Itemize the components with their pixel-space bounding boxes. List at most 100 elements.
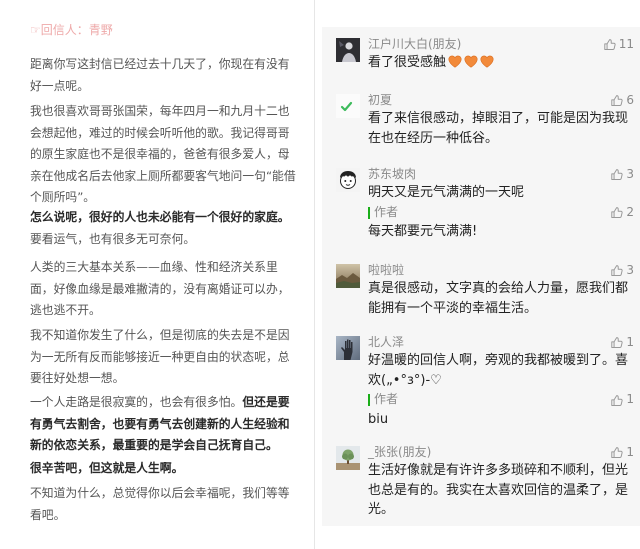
- thumbs-up-icon: [604, 38, 616, 50]
- text-line: 生活好像就是有许许多多琐碎和不顺利，但光: [368, 463, 629, 478]
- text-line: 逃也逃不开。: [30, 303, 101, 318]
- like-count: 3: [626, 263, 634, 277]
- bold-text-line: 很辛苦吧，但这就是人生啊。: [30, 461, 184, 475]
- column-divider: [314, 0, 315, 549]
- commenter-name: 苏东坡肉: [368, 167, 417, 181]
- letter-paragraph-6: 一个人走路是很寂寞的，也会有很多怕。但还是要 有勇气去割舍，也要有勇气去创建新的…: [30, 392, 290, 457]
- commenter-name: 啦啦啦: [368, 263, 405, 277]
- orange-heart-icon: [480, 55, 494, 68]
- like-button[interactable]: 2: [610, 204, 634, 222]
- text-line: 也总是有的。我实在太喜欢回信的温柔了，是: [368, 482, 629, 498]
- text-line: 我也很喜欢哥哥张国荣，每年四月一和九月十二也: [30, 104, 290, 118]
- comment-text: 生活好像就是有许许多多琐碎和不顺利，但光 也总是有的。我实在太喜欢回信的温柔了，…: [368, 461, 636, 520]
- author-reply-text: 每天都要元气满满!: [368, 224, 478, 240]
- thumbs-up-icon: [611, 264, 623, 276]
- text-line: 光。: [368, 502, 395, 518]
- text-line: 要往好处想一想。: [30, 371, 125, 386]
- like-button[interactable]: 6: [610, 91, 634, 109]
- text-line: 欢(„•°з°)-♡: [368, 372, 442, 388]
- orange-heart-icon: [448, 55, 462, 68]
- comment-text: 看了很受感触: [368, 53, 636, 73]
- bold-text-line: 新的依恋关系，最重要的是学会自己抚育自己。: [30, 438, 278, 453]
- text-line: 能拥有一个平淡的幸福生活。: [368, 300, 538, 316]
- text-line: 个厕所吗”。: [30, 190, 96, 205]
- green-check-avatar[interactable]: [336, 94, 360, 118]
- text-line: 在也在经历一种低谷。: [368, 130, 499, 146]
- text-line: 距离你写这封信已经过去十几天了，你现在有没有: [30, 57, 290, 71]
- like-button[interactable]: 11: [603, 35, 634, 53]
- bold-text-line: 有勇气去割舍，也要有勇气去创建新的人生经验和: [30, 416, 290, 431]
- thumbs-up-icon: [611, 336, 623, 348]
- text-line: 好温暖的回信人啊，旁观的我都被暖到了。喜: [368, 353, 629, 368]
- text-line: 会想起他，难过的时候会听听他的歌。我记得哥哥: [30, 125, 290, 140]
- letter-paragraph-2: 我也很喜欢哥哥张国荣，每年四月一和九月十二也 会想起他，难过的时候会听听他的歌。…: [30, 101, 296, 209]
- letter-paragraph-4: 人类的三大基本关系——血缘、性和经济关系里 面，好像血缘是最难撇清的，没有离婚证…: [30, 257, 290, 322]
- author-bar: [368, 206, 370, 219]
- like-button[interactable]: 3: [610, 165, 634, 183]
- author-reply-header: 作者 2: [368, 203, 636, 223]
- text-line: 人类的三大基本关系——血缘、性和经济关系里: [30, 260, 278, 274]
- commenter-name: 北人泽: [368, 335, 405, 349]
- like-count: 6: [626, 93, 634, 107]
- text-line: 好一点呢。: [30, 78, 89, 93]
- comment-text: 明天又是元气满满的一天呢 作者 2 每天都要元气满满!: [368, 183, 636, 242]
- letter-paragraph-5: 我不知道你发生了什么，但是彻底的失去是不是因 为一无所有反而能够接近一种更自由的…: [30, 325, 290, 390]
- thumbs-up-icon: [611, 446, 623, 458]
- text-line: 要看运气，也有很多无可奈何。: [30, 231, 196, 246]
- text-line: 真是很感动，文字真的会给人力量，愿我们都: [368, 281, 629, 296]
- commenter-name: _张张(朋友): [368, 445, 432, 459]
- text-line: 我不知道你发生了什么，但是彻底的失去是不是因: [30, 328, 290, 342]
- thumbs-up-icon: [611, 207, 623, 219]
- text-segment: 一个人走路是很寂寞的，也会有很多怕。: [30, 395, 243, 409]
- tree-photo-avatar[interactable]: [336, 446, 360, 470]
- author-reply-header: 作者 1: [368, 390, 636, 410]
- thumbs-up-icon: [611, 94, 623, 106]
- like-button[interactable]: 3: [610, 261, 634, 279]
- like-count: 3: [626, 167, 634, 181]
- landscape-avatar[interactable]: [336, 264, 360, 288]
- text-line: 亲在他成名后去他家上厕所都要客气地问一句“能借: [30, 168, 296, 183]
- comment-text: 真是很感动，文字真的会给人力量，愿我们都 能拥有一个平淡的幸福生活。: [368, 279, 636, 318]
- letter-paragraph-7: 很辛苦吧，但这就是人生啊。: [30, 458, 183, 480]
- text-line: 为一无所有反而能够接近一种更自由的状态呢，总: [30, 349, 290, 364]
- thumbs-up-icon: [611, 168, 623, 180]
- letter-column: ☞回信人：青野 距离你写这封信已经过去十几天了，你现在有没有 好一点呢。 我也很…: [30, 0, 312, 549]
- text-line: 看了来信很感动，掉眼泪了，可能是因为我现: [368, 111, 629, 126]
- text-line: 明天又是元气满满的一天呢: [368, 185, 525, 200]
- author-reply-text: biu: [368, 411, 389, 427]
- like-count: 1: [626, 392, 634, 407]
- like-button[interactable]: 1: [610, 333, 634, 351]
- letter-paragraph-8: 不知道为什么，总觉得你以后会幸福呢，我们等等 看吧。: [30, 483, 290, 526]
- bold-text-line: 怎么说呢，很好的人也未必能有一个很好的家庭。: [30, 210, 290, 224]
- like-count: 1: [626, 335, 634, 349]
- like-button[interactable]: 1: [610, 391, 634, 409]
- text-line: 看了很受感触: [368, 53, 636, 73]
- author-label: 作者: [374, 392, 399, 407]
- reply-author-label: ☞回信人：青野: [30, 23, 113, 37]
- orange-heart-icon: [464, 55, 478, 68]
- bold-text-segment: 但还是要: [242, 395, 290, 409]
- author-label: 作者: [374, 204, 399, 219]
- author-bar: [368, 394, 370, 407]
- letter-paragraph-1: 距离你写这封信已经过去十几天了，你现在有没有 好一点呢。: [30, 54, 290, 97]
- letter-paragraph-3: 怎么说呢，很好的人也未必能有一个很好的家庭。 要看运气，也有很多无可奈何。: [30, 207, 290, 250]
- cartoon-face-avatar[interactable]: [336, 168, 360, 192]
- text-line: 不知道为什么，总觉得你以后会幸福呢，我们等等: [30, 486, 290, 500]
- like-count: 2: [626, 204, 634, 219]
- text-line: 面，好像血缘是最难撇清的，没有离婚证可以办，: [30, 281, 290, 296]
- comments-panel: 江户川大白(朋友) 11 看了很受感触 初夏 6 看了来信很感动，掉眼泪了，可能…: [322, 27, 640, 526]
- text-line: 看吧。: [30, 507, 66, 522]
- like-count: 11: [618, 37, 634, 51]
- comment-text: 好温暖的回信人啊，旁观的我都被暖到了。喜 欢(„•°з°)-♡ 作者 1 biu: [368, 351, 636, 429]
- commenter-name: 初夏: [368, 93, 393, 107]
- dark-photo-avatar[interactable]: [336, 38, 360, 62]
- like-button[interactable]: 1: [610, 443, 634, 461]
- hand-photo-avatar[interactable]: [336, 336, 360, 360]
- like-count: 1: [626, 445, 634, 459]
- commenter-name: 江户川大白(朋友): [368, 37, 462, 51]
- text-line: 的原生家庭也不是很幸福的，爸爸有很多爱人，母: [30, 147, 290, 162]
- comment-text: 看了来信很感动，掉眼泪了，可能是因为我现 在也在经历一种低谷。: [368, 109, 636, 148]
- text-segment: 看了很受感触: [368, 55, 447, 70]
- text-line: 一个人走路是很寂寞的，也会有很多怕。但还是要: [30, 392, 290, 414]
- thumbs-up-icon: [611, 394, 623, 406]
